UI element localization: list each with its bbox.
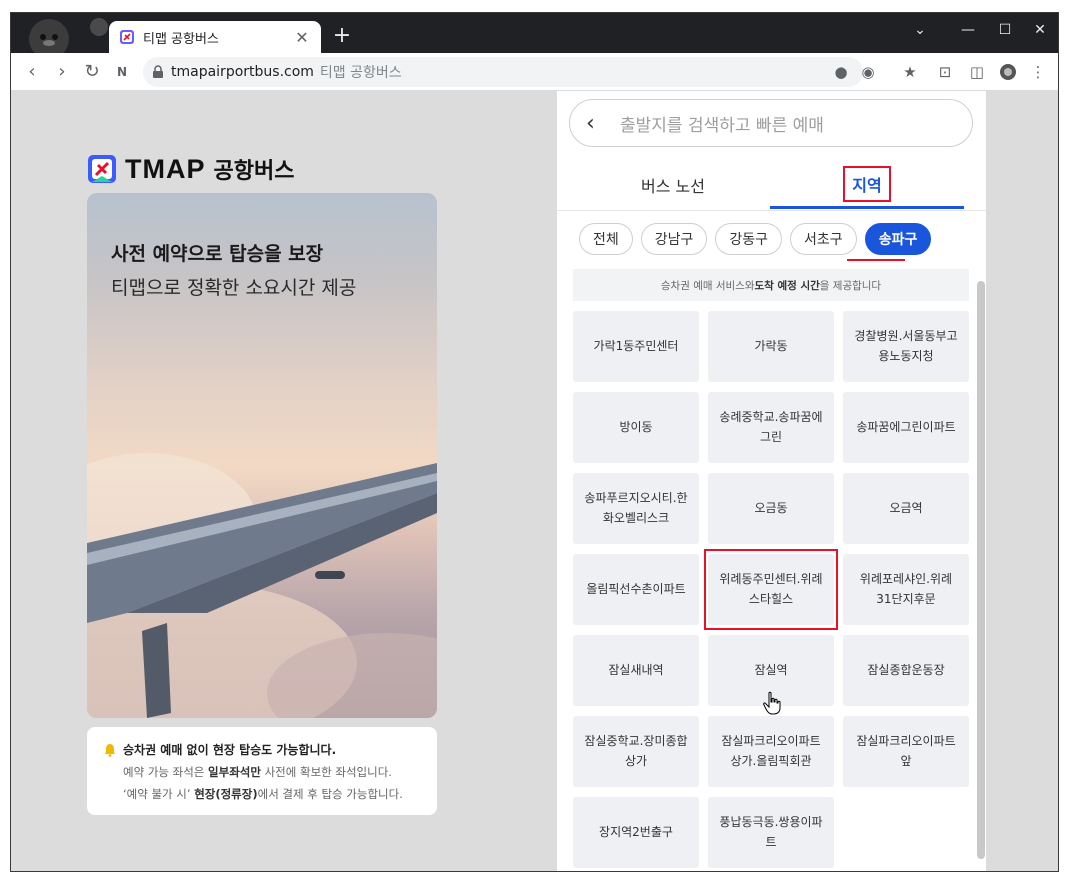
stop-tile[interactable]: 경찰병원.서울동부고용노동지청 <box>843 311 969 382</box>
notice-title: 승차권 예매 없이 현장 탑승도 가능합니다. <box>123 743 337 757</box>
browser-window: 티맵 공항버스 ✕ + ⌄ — ☐ ✕ ‹ › ↻ N tmapairportb… <box>10 12 1059 872</box>
tab-title: 티맵 공항버스 <box>143 31 219 47</box>
address-bar[interactable]: tmapairportbus.com 티맵 공항버스 <box>143 57 863 87</box>
stop-tile[interactable]: 송례중학교.송파꿈에그린 <box>708 392 834 463</box>
logo-brand-text: TMAP <box>125 153 206 184</box>
stop-tile[interactable]: 잠실종합운동장 <box>843 635 969 706</box>
profile-avatar-icon[interactable] <box>19 17 111 53</box>
stop-tile[interactable]: 잠실파크리오이파트앞 <box>843 716 969 787</box>
stop-tile[interactable]: 풍납동극동.쌍용이파트 <box>708 797 834 868</box>
info-banner: 승차권 예매 서비스와 도착 예정 시간 을 제공합니다 <box>573 269 969 301</box>
search-bar[interactable]: ‹ 출발지를 검색하고 빠른 예매 <box>569 99 973 147</box>
extension-icon[interactable]: N <box>107 57 137 87</box>
stop-tile[interactable]: 장지역2번출구 <box>573 797 699 868</box>
stop-tile[interactable]: 잠실중학교.장미종합상가 <box>573 716 699 787</box>
stop-tile[interactable]: 잠실새내역 <box>573 635 699 706</box>
stop-tile[interactable]: 송파꿈에그린이파트 <box>843 392 969 463</box>
url-page-title: 티맵 공항버스 <box>319 65 402 81</box>
notice-box: 승차권 예매 없이 현장 탑승도 가능합니다. 예약 가능 좌석은 일부좌석만 … <box>87 727 437 815</box>
url-text: tmapairportbus.com <box>171 64 314 80</box>
chip-songpa[interactable]: 송파구 <box>864 223 932 255</box>
screenshot-icon[interactable]: ⊡ <box>935 62 955 82</box>
stop-tile[interactable]: 가락동 <box>708 311 834 382</box>
chip-gangdong[interactable]: 강동구 <box>715 223 783 255</box>
new-tab-button[interactable]: + <box>329 23 355 49</box>
browser-tab[interactable]: 티맵 공항버스 ✕ <box>109 21 321 53</box>
reload-button[interactable]: ↻ <box>77 57 107 87</box>
hero-image: 사전 예약으로 탑승을 보장 티맵으로 정확한 소요시간 제공 <box>87 193 437 718</box>
chip-seocho[interactable]: 서초구 <box>790 223 857 255</box>
close-window-button[interactable]: ✕ <box>1021 13 1058 47</box>
active-chip-underline <box>847 259 905 261</box>
stop-tile[interactable]: 올림픽선수촌이파트 <box>573 554 699 625</box>
stop-grid: 가락1동주민센터 가락동 경찰병원.서울동부고용노동지청 방이동 송례중학교.송… <box>573 311 969 868</box>
browser-toolbar: ‹ › ↻ N tmapairportbus.com 티맵 공항버스 ● ◉ ★… <box>11 53 1058 91</box>
minimize-button[interactable]: — <box>949 13 987 47</box>
chip-all[interactable]: 전체 <box>579 223 633 255</box>
stop-tile[interactable]: 잠실파크리오이파트상가.올림픽회관 <box>708 716 834 787</box>
tmap-favicon-icon <box>120 30 134 44</box>
stop-tile[interactable]: 오금역 <box>843 473 969 544</box>
page-content: TMAP 공항버스 사전 예약으로 탑승을 보장 티맵으로 정확한 소요시간 제… <box>11 91 1058 871</box>
panel-tabs: 버스 노선 지역 <box>557 161 986 211</box>
tmap-logo-icon <box>88 155 116 183</box>
profile-icon[interactable] <box>998 62 1018 82</box>
location-icon[interactable]: ● <box>831 62 851 82</box>
back-arrow-icon[interactable]: ‹ <box>586 111 606 136</box>
notice-line-2: 예약 가능 좌석은 일부좌석만 사전에 확보한 좌석입니다. <box>123 765 392 779</box>
stop-tile[interactable]: 방이동 <box>573 392 699 463</box>
menu-icon[interactable]: ⋮ <box>1028 62 1048 82</box>
back-button[interactable]: ‹ <box>17 57 47 87</box>
stop-tile[interactable]: 송파푸르지오시티.한화오벨리스크 <box>573 473 699 544</box>
booking-panel: ‹ 출발지를 검색하고 빠른 예매 버스 노선 지역 전체 강남구 강동구 서초… <box>557 91 986 871</box>
maximize-button[interactable]: ☐ <box>986 13 1024 47</box>
tab-search-icon[interactable]: ⌄ <box>901 13 939 47</box>
district-chips: 전체 강남구 강동구 서초구 송파구 <box>579 223 932 255</box>
search-placeholder: 출발지를 검색하고 빠른 예매 <box>620 115 824 136</box>
notice-line-3: ‘예약 불가 시’ 현장(정류장)에서 결제 후 탑승 가능합니다. <box>123 787 403 801</box>
airplane-wing-image <box>87 453 437 718</box>
stop-tile[interactable]: 가락1동주민센터 <box>573 311 699 382</box>
lock-icon <box>153 65 163 78</box>
logo-brand-korean: 공항버스 <box>213 159 295 184</box>
split-view-icon[interactable]: ◫ <box>967 62 987 82</box>
forward-button[interactable]: › <box>47 57 77 87</box>
panel-scrollbar[interactable] <box>977 281 985 859</box>
tab-strip: 티맵 공항버스 ✕ + ⌄ — ☐ ✕ <box>11 13 1058 53</box>
eye-off-icon[interactable]: ◉ <box>858 62 878 82</box>
stop-tile-highlighted[interactable]: 위례동주민센터.위례스타힐스 <box>704 549 838 630</box>
tab-region-label: 지역 <box>843 165 891 202</box>
bell-icon <box>105 743 115 757</box>
tmap-logo: TMAP 공항버스 <box>87 153 294 185</box>
tab-region[interactable]: 지역 <box>770 161 964 209</box>
tab-close-icon[interactable]: ✕ <box>293 28 311 47</box>
hand-cursor-icon <box>763 691 781 715</box>
stop-tile[interactable]: 오금동 <box>708 473 834 544</box>
stop-tile[interactable]: 위례포레샤인.위례31단지후문 <box>843 554 969 625</box>
tab-bus-route[interactable]: 버스 노선 <box>577 161 769 209</box>
hero-title: 사전 예약으로 탑승을 보장 <box>111 243 324 265</box>
hero-subtitle: 티맵으로 정확한 소요시간 제공 <box>111 277 357 299</box>
chip-gangnam[interactable]: 강남구 <box>640 223 708 255</box>
bookmark-star-icon[interactable]: ★ <box>900 62 920 82</box>
